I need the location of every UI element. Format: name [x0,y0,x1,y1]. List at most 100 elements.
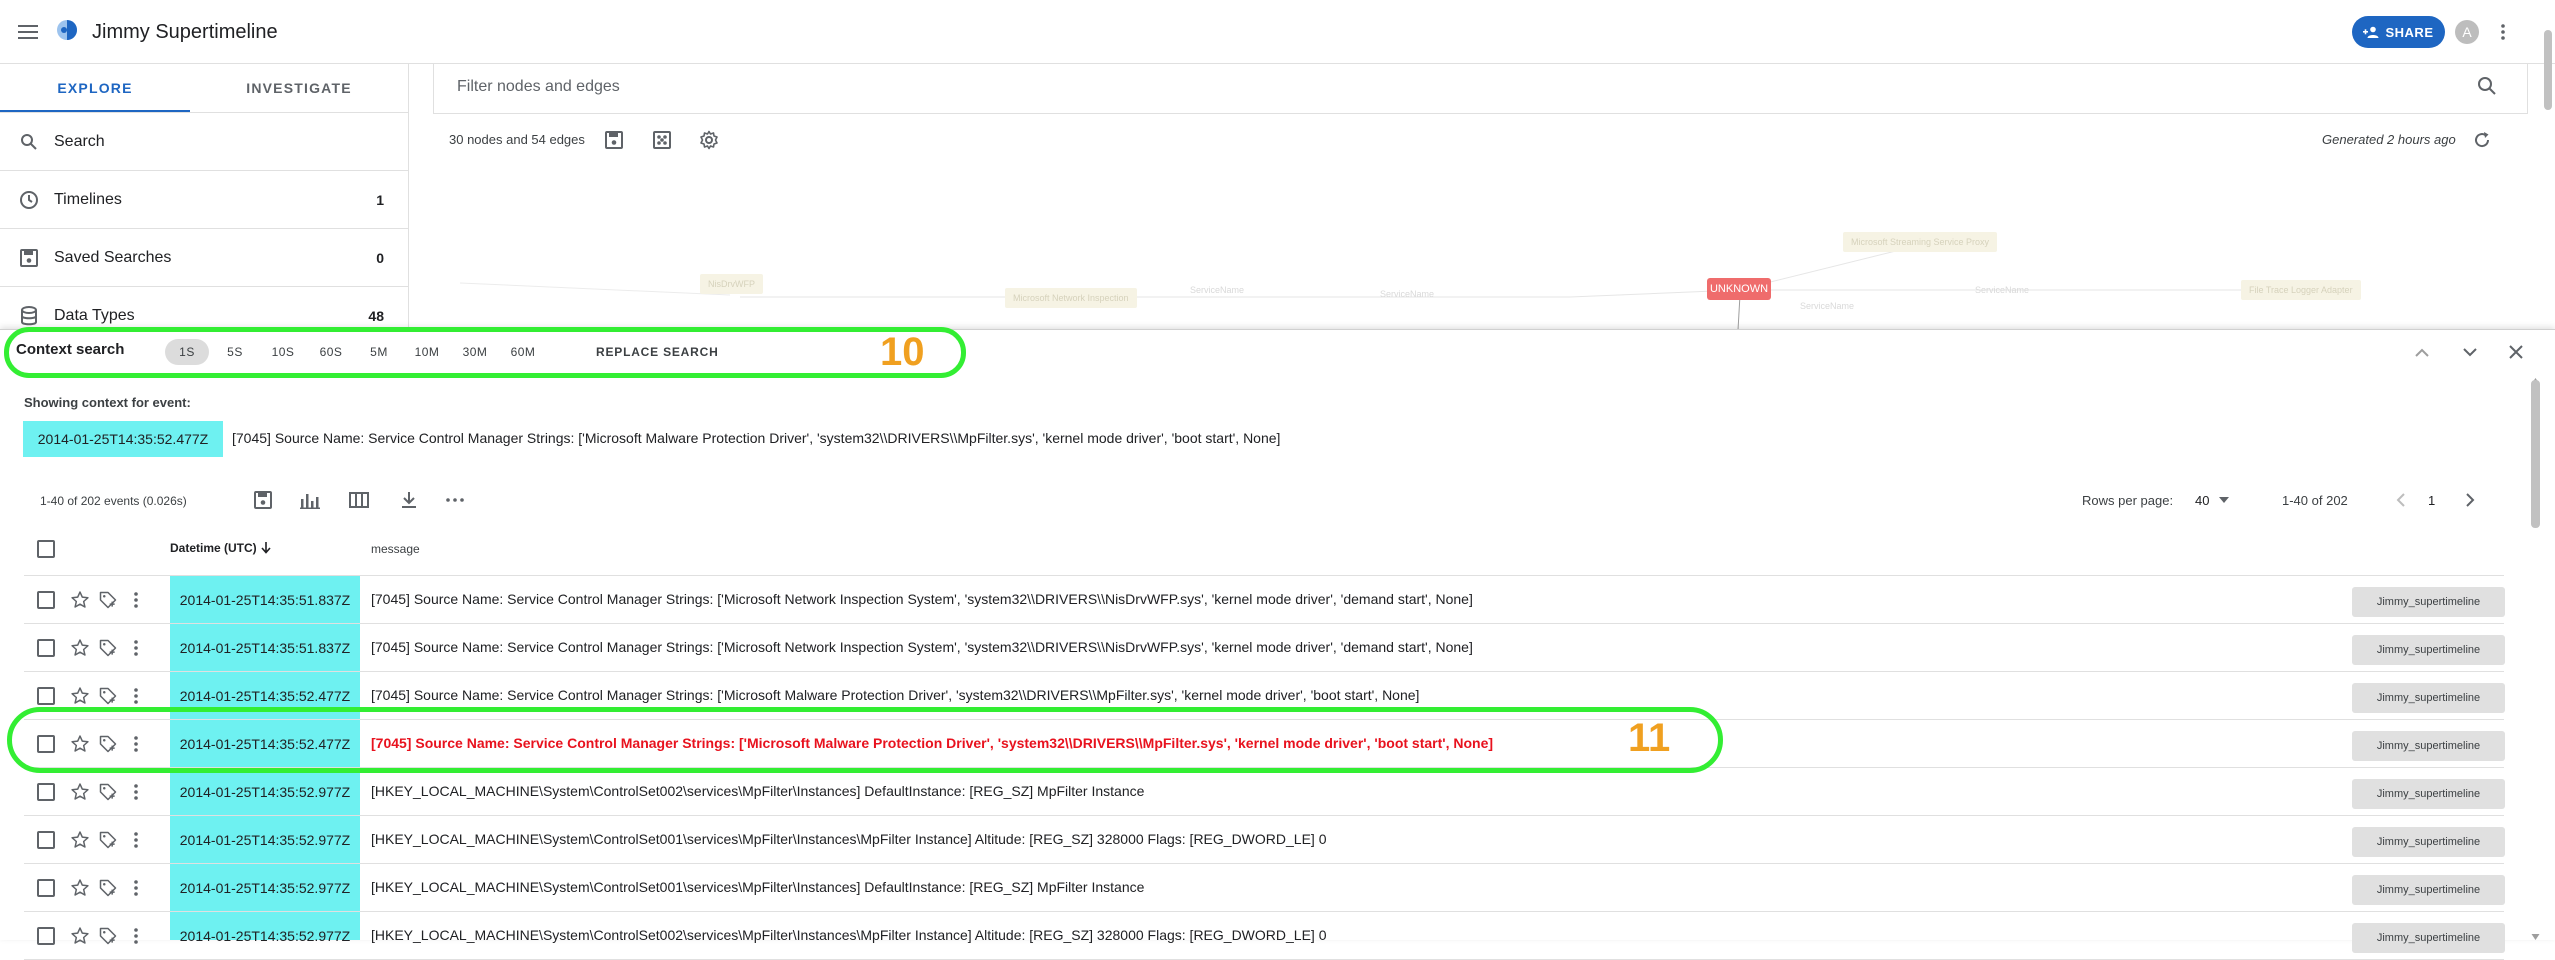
close-icon[interactable] [2504,340,2528,364]
graph-canvas[interactable] [420,215,2540,330]
avatar[interactable]: A [2455,20,2479,44]
arrow-down-icon [261,542,271,554]
star-icon[interactable] [68,588,92,612]
gear-icon[interactable] [697,128,721,152]
table-row[interactable]: 2014-01-25T14:35:52.977Z [HKEY_LOCAL_MACH… [24,816,2505,864]
scroll-up-arrow[interactable] [2531,372,2540,384]
star-icon[interactable] [68,924,92,948]
row-checkbox[interactable] [37,687,55,705]
more-vert-icon[interactable] [128,828,144,852]
star-icon[interactable] [68,780,92,804]
column-header-message[interactable]: message [371,542,420,556]
save-icon [18,247,40,269]
app-bar [0,0,2555,64]
more-vert-icon[interactable] [128,588,144,612]
generated-timestamp: Generated 2 hours ago [2322,132,2456,147]
more-vert-icon[interactable] [128,636,144,660]
sidebar-item-data-types[interactable]: Data Types 48 [0,287,408,329]
label-add-icon[interactable] [96,828,120,852]
graph-node[interactable]: NisDrvWFP [700,274,763,294]
page-scrollbar[interactable] [2544,30,2552,110]
label-add-icon[interactable] [96,924,120,948]
panel-scrollbar[interactable] [2531,380,2540,528]
graph-node-unknown[interactable]: UNKNOWN [1707,278,1771,300]
more-vert-icon[interactable] [128,924,144,948]
label-add-icon[interactable] [96,684,120,708]
graph-node[interactable]: Microsoft Streaming Service Proxy [1843,232,1998,252]
row-checkbox[interactable] [37,831,55,849]
row-checkbox[interactable] [37,591,55,609]
graph-node[interactable]: Microsoft Network Inspection [1005,288,1137,308]
table-row[interactable]: 2014-01-25T14:35:51.837Z [7045] Source Na… [24,624,2505,672]
more-vert-icon[interactable] [2493,20,2513,44]
tab-investigate[interactable]: INVESTIGATE [190,64,408,112]
label-add-icon[interactable] [96,876,120,900]
table-row[interactable]: 2014-01-25T14:35:52.977Z [HKEY_LOCAL_MACH… [24,768,2505,816]
table-row[interactable]: 2014-01-25T14:35:52.977Z [HKEY_LOCAL_MACH… [24,864,2505,912]
menu-icon[interactable] [14,18,42,46]
row-message[interactable]: [7045] Source Name: Service Control Mana… [371,687,1419,703]
timeline-chip[interactable]: Jimmy_supertimeline [2352,731,2505,761]
row-message[interactable]: [7045] Source Name: Service Control Mana… [371,639,1473,655]
row-message[interactable]: [7045] Source Name: Service Control Mana… [371,591,1473,607]
annotation-box [7,707,1723,773]
label-add-icon[interactable] [96,636,120,660]
row-datetime: 2014-01-25T14:35:52.977Z [179,880,351,896]
share-button[interactable]: SHARE [2352,16,2445,48]
showing-context-label: Showing context for event: [24,395,191,410]
sidebar-item-timelines[interactable]: Timelines 1 [0,171,408,229]
table-row[interactable]: 2014-01-25T14:35:51.837Z [7045] Source Na… [24,576,2505,624]
chevron-down-icon[interactable] [2458,340,2482,364]
sidebar-item-saved-searches[interactable]: Saved Searches 0 [0,229,408,287]
label-add-icon[interactable] [96,780,120,804]
more-vert-icon[interactable] [128,876,144,900]
pagination-range: 1-40 of 202 [2282,493,2348,508]
select-all-checkbox[interactable] [37,540,55,558]
chevron-right-icon[interactable] [2458,488,2482,512]
row-message[interactable]: [HKEY_LOCAL_MACHINE\System\ControlSet001… [371,879,1144,895]
row-message[interactable]: [HKEY_LOCAL_MACHINE\System\ControlSet002… [371,783,1144,799]
row-message[interactable]: [HKEY_LOCAL_MACHINE\System\ControlSet001… [371,831,1326,847]
timeline-chip[interactable]: Jimmy_supertimeline [2352,875,2505,905]
star-icon[interactable] [68,828,92,852]
timeline-chip[interactable]: Jimmy_supertimeline [2352,779,2505,809]
rows-per-page-label: Rows per page: [2082,493,2174,508]
timeline-chip[interactable]: Jimmy_supertimeline [2352,683,2505,713]
row-checkbox[interactable] [37,783,55,801]
graph-edge-label: ServiceName [1975,285,2030,295]
row-checkbox[interactable] [37,927,55,945]
chevron-up-icon[interactable] [2410,340,2434,364]
rows-per-page-select[interactable]: 40 [2195,488,2245,512]
layout-icon[interactable] [650,128,674,152]
table-row[interactable]: 2014-01-25T14:35:52.977Z [HKEY_LOCAL_MACH… [24,912,2505,960]
more-horiz-icon[interactable] [443,488,467,512]
scroll-down-arrow[interactable] [2531,928,2540,940]
column-header-label: Datetime (UTC) [170,541,257,555]
graph-node[interactable]: File Trace Logger Adapter [2241,280,2361,300]
filter-input[interactable] [455,72,2155,102]
download-icon[interactable] [397,488,421,512]
star-icon[interactable] [68,876,92,900]
row-checkbox[interactable] [37,879,55,897]
timeline-chip[interactable]: Jimmy_supertimeline [2352,827,2505,857]
timeline-chip[interactable]: Jimmy_supertimeline [2352,923,2505,953]
tab-explore[interactable]: EXPLORE [0,64,190,112]
sidebar-item-search[interactable]: Search [0,113,408,171]
save-icon[interactable] [602,128,626,152]
more-vert-icon[interactable] [128,780,144,804]
columns-icon[interactable] [347,488,371,512]
more-vert-icon[interactable] [128,684,144,708]
row-message[interactable]: [HKEY_LOCAL_MACHINE\System\ControlSet002… [371,927,1326,943]
timeline-chip[interactable]: Jimmy_supertimeline [2352,635,2505,665]
row-checkbox[interactable] [37,639,55,657]
label-add-icon[interactable] [96,588,120,612]
refresh-icon[interactable] [2470,128,2494,152]
save-icon[interactable] [251,488,275,512]
star-icon[interactable] [68,684,92,708]
chevron-left-icon[interactable] [2388,488,2412,512]
star-icon[interactable] [68,636,92,660]
search-icon[interactable] [2473,72,2501,100]
timeline-chip[interactable]: Jimmy_supertimeline [2352,587,2505,617]
bar-chart-icon[interactable] [298,488,322,512]
column-header-datetime[interactable]: Datetime (UTC) [170,541,271,555]
